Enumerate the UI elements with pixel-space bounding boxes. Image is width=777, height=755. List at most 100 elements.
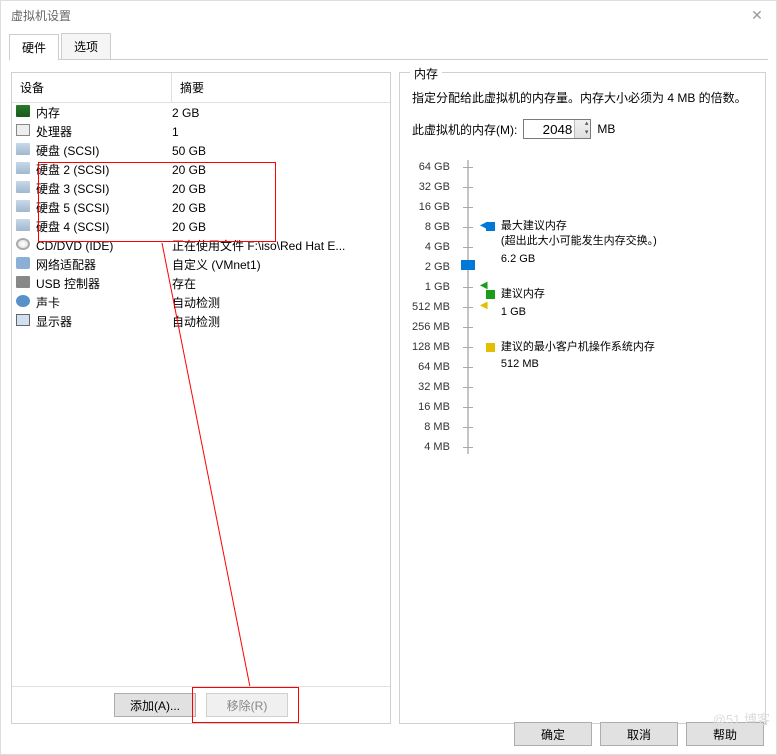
device-name: 硬盘 (SCSI) <box>36 142 172 159</box>
add-button[interactable]: 添加(A)... <box>114 693 196 717</box>
device-row[interactable]: 内存2 GB <box>12 103 390 122</box>
square-green-icon <box>486 290 495 299</box>
device-row[interactable]: 硬盘 5 (SCSI)20 GB <box>12 198 390 217</box>
device-summary: 自定义 (VMnet1) <box>172 256 390 273</box>
tabs-container: 硬件 选项 <box>1 29 776 60</box>
device-summary: 自动检测 <box>172 313 390 330</box>
memory-desc: 指定分配给此虚拟机的内存量。内存大小必须为 4 MB 的倍数。 <box>412 89 753 107</box>
device-name: 硬盘 4 (SCSI) <box>36 218 172 235</box>
device-row[interactable]: 硬盘 2 (SCSI)20 GB <box>12 160 390 179</box>
device-name: 硬盘 2 (SCSI) <box>36 161 172 178</box>
device-summary: 2 GB <box>172 106 390 120</box>
device-summary: 20 GB <box>172 182 390 196</box>
square-yellow-icon <box>486 343 495 352</box>
device-row[interactable]: 硬盘 3 (SCSI)20 GB <box>12 179 390 198</box>
tick-label: 16 GB <box>419 197 450 217</box>
marker-max-icon: ◀ <box>480 220 488 231</box>
titlebar: 虚拟机设置 ✕ <box>1 1 776 29</box>
device-row[interactable]: 处理器1 <box>12 122 390 141</box>
device-icon <box>16 105 32 121</box>
watermark: @51 博客 <box>713 709 770 728</box>
tick-label: 4 MB <box>424 437 450 457</box>
vm-settings-window: 虚拟机设置 ✕ 硬件 选项 设备 摘要 内存2 GB处理器1硬盘 (SCSI)5… <box>0 0 777 755</box>
memory-pane: 内存 指定分配给此虚拟机的内存量。内存大小必须为 4 MB 的倍数。 此虚拟机的… <box>399 72 766 724</box>
slider-ticks: 64 GB32 GB16 GB8 GB4 GB2 GB1 GB512 MB256… <box>412 157 450 457</box>
legend-max-value: 6.2 GB <box>501 252 657 267</box>
legend-rec-label: 建议内存 <box>501 287 545 302</box>
device-name: 显示器 <box>36 313 172 330</box>
tick-label: 32 MB <box>418 377 450 397</box>
device-name: 硬盘 5 (SCSI) <box>36 199 172 216</box>
device-summary: 存在 <box>172 275 390 292</box>
device-icon <box>16 200 32 216</box>
device-summary: 20 GB <box>172 163 390 177</box>
device-row[interactable]: USB 控制器存在 <box>12 274 390 293</box>
close-icon[interactable]: ✕ <box>742 7 772 24</box>
memory-spinner[interactable] <box>523 119 591 139</box>
memory-title: 内存 <box>410 65 442 82</box>
tick-label: 8 MB <box>424 417 450 437</box>
device-name: 声卡 <box>36 294 172 311</box>
device-name: 网络适配器 <box>36 256 172 273</box>
memory-unit: MB <box>597 122 615 136</box>
device-icon <box>16 124 32 140</box>
legend: 最大建议内存 (超出此大小可能发生内存交换。) 6.2 GB 建议内存 1 GB <box>486 157 753 457</box>
device-row[interactable]: CD/DVD (IDE)正在使用文件 F:\iso\Red Hat E... <box>12 236 390 255</box>
device-summary: 20 GB <box>172 201 390 215</box>
tick-label: 64 MB <box>418 357 450 377</box>
col-device: 设备 <box>12 73 172 102</box>
device-icon <box>16 238 32 254</box>
device-icon <box>16 219 32 235</box>
tick-label: 128 MB <box>412 337 450 357</box>
device-row[interactable]: 网络适配器自定义 (VMnet1) <box>12 255 390 274</box>
slider-track[interactable]: ◀ ◀ ◀ <box>458 157 478 457</box>
legend-min-value: 512 MB <box>501 357 655 372</box>
tick-label: 512 MB <box>412 297 450 317</box>
window-title: 虚拟机设置 <box>11 7 71 24</box>
device-name: 硬盘 3 (SCSI) <box>36 180 172 197</box>
memory-input[interactable] <box>523 119 591 139</box>
device-name: 处理器 <box>36 123 172 140</box>
device-icon <box>16 257 32 273</box>
device-icon <box>16 314 32 330</box>
device-buttons: 添加(A)... 移除(R) <box>12 686 390 723</box>
legend-min-label: 建议的最小客户机操作系统内存 <box>501 340 655 355</box>
device-icon <box>16 162 32 178</box>
grid-body: 内存2 GB处理器1硬盘 (SCSI)50 GB硬盘 2 (SCSI)20 GB… <box>12 103 390 686</box>
device-name: 内存 <box>36 104 172 121</box>
tab-options[interactable]: 选项 <box>61 33 111 59</box>
tick-label: 64 GB <box>419 157 450 177</box>
ok-button[interactable]: 确定 <box>514 722 592 746</box>
device-row[interactable]: 显示器自动检测 <box>12 312 390 331</box>
device-icon <box>16 295 32 311</box>
tabs: 硬件 选项 <box>9 33 768 60</box>
tick-label: 2 GB <box>425 257 450 277</box>
device-icon <box>16 181 32 197</box>
remove-button: 移除(R) <box>206 693 288 717</box>
device-icon <box>16 143 32 159</box>
tick-label: 8 GB <box>425 217 450 237</box>
marker-min-icon: ◀ <box>480 300 488 311</box>
device-summary: 50 GB <box>172 144 390 158</box>
device-summary: 正在使用文件 F:\iso\Red Hat E... <box>172 237 390 254</box>
legend-rec-value: 1 GB <box>501 305 545 320</box>
tick-label: 1 GB <box>425 277 450 297</box>
device-row[interactable]: 声卡自动检测 <box>12 293 390 312</box>
tick-label: 32 GB <box>419 177 450 197</box>
tick-label: 16 MB <box>418 397 450 417</box>
tick-label: 256 MB <box>412 317 450 337</box>
tab-hardware[interactable]: 硬件 <box>9 34 59 60</box>
device-summary: 20 GB <box>172 220 390 234</box>
grid-header: 设备 摘要 <box>12 73 390 103</box>
memory-slider-area: 64 GB32 GB16 GB8 GB4 GB2 GB1 GB512 MB256… <box>412 157 753 457</box>
device-row[interactable]: 硬盘 (SCSI)50 GB <box>12 141 390 160</box>
device-summary: 自动检测 <box>172 294 390 311</box>
device-name: USB 控制器 <box>36 275 172 292</box>
slider-thumb-icon[interactable] <box>461 260 475 270</box>
legend-max-label: 最大建议内存 <box>501 219 657 234</box>
cancel-button[interactable]: 取消 <box>600 722 678 746</box>
legend-rec: 建议内存 1 GB <box>486 287 753 320</box>
content: 设备 摘要 内存2 GB处理器1硬盘 (SCSI)50 GB硬盘 2 (SCSI… <box>1 60 776 728</box>
memory-label: 此虚拟机的内存(M): <box>412 121 517 138</box>
device-row[interactable]: 硬盘 4 (SCSI)20 GB <box>12 217 390 236</box>
